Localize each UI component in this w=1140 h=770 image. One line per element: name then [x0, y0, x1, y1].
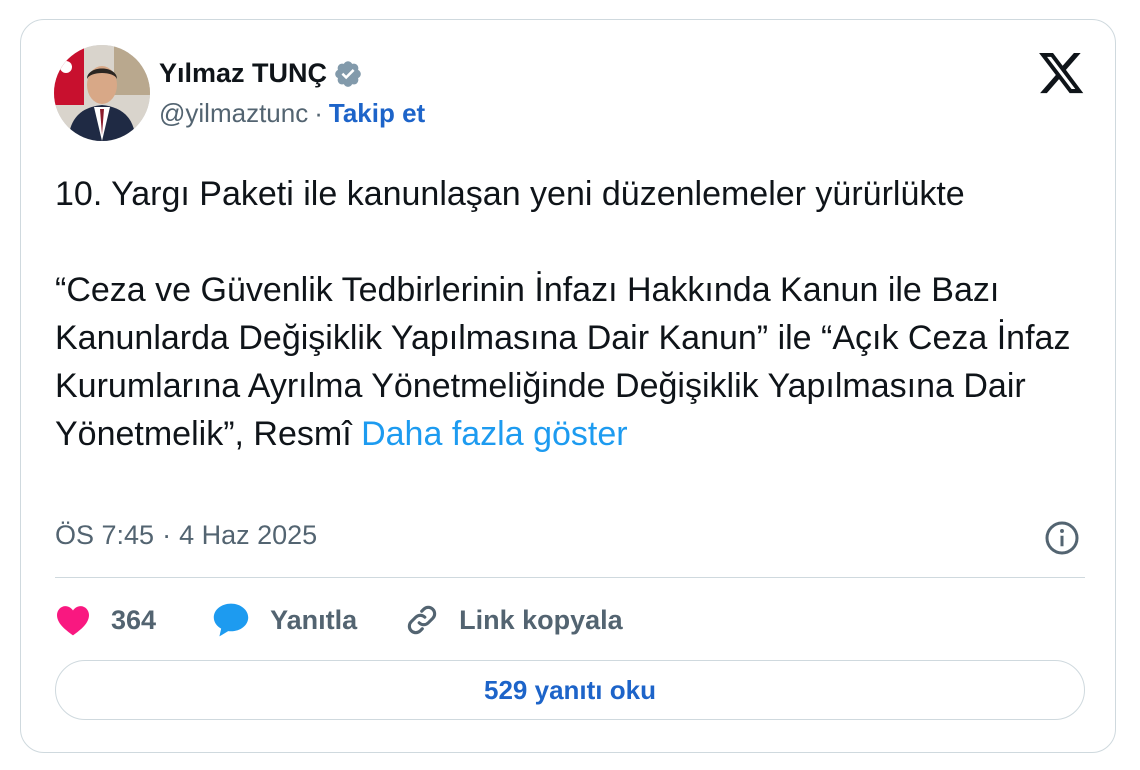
- profile-photo: [54, 45, 150, 141]
- x-logo-icon[interactable]: [1039, 53, 1085, 95]
- tweet-paragraph-1: 10. Yargı Paketi ile kanunlaşan yeni düz…: [55, 175, 965, 213]
- tweet-timestamp[interactable]: ÖS 7:45 · 4 Haz 2025: [55, 520, 317, 551]
- author-name-row: Yılmaz TUNÇ: [159, 58, 363, 89]
- read-replies-label: 529 yanıtı oku: [484, 674, 656, 705]
- tweet-time[interactable]: ÖS 7:45: [55, 520, 154, 551]
- info-icon[interactable]: [1044, 520, 1080, 556]
- heart-icon: [57, 606, 89, 636]
- tweet-actions: 364 Yanıtla Link kopyala: [55, 598, 623, 642]
- read-replies-button[interactable]: 529 yanıtı oku: [55, 660, 1085, 720]
- verified-badge-icon: [333, 59, 363, 89]
- copy-link-button[interactable]: Link kopyala: [405, 603, 623, 637]
- reply-bubble-icon: [213, 603, 249, 637]
- avatar[interactable]: [54, 45, 150, 141]
- separator-dot: ·: [162, 520, 172, 550]
- like-count: 364: [111, 604, 157, 635]
- tweet-paragraph-2: “Ceza ve Güvenlik Tedbirlerinin İnfazı H…: [55, 266, 1095, 458]
- author-handle-row: @yilmaztunc · Takip et: [159, 98, 425, 129]
- tweet-text: 10. Yargı Paketi ile kanunlaşan yeni düz…: [55, 170, 1095, 458]
- tweet-date[interactable]: 4 Haz 2025: [179, 520, 317, 551]
- divider: [55, 577, 1085, 578]
- copy-link-label: Link kopyala: [459, 604, 623, 635]
- show-more-link[interactable]: Daha fazla göster: [361, 415, 628, 453]
- reply-label: Yanıtla: [270, 604, 358, 635]
- like-button[interactable]: 364: [55, 604, 156, 636]
- reply-button[interactable]: Yanıtla: [212, 602, 357, 638]
- author-name[interactable]: Yılmaz TUNÇ: [159, 58, 327, 89]
- follow-button[interactable]: Takip et: [329, 98, 425, 129]
- link-icon: [407, 605, 437, 635]
- separator-dot: ·: [314, 98, 323, 128]
- tweet-card: Yılmaz TUNÇ @yilmaztunc · Takip et 10. Y…: [20, 19, 1116, 753]
- author-handle[interactable]: @yilmaztunc: [159, 98, 308, 129]
